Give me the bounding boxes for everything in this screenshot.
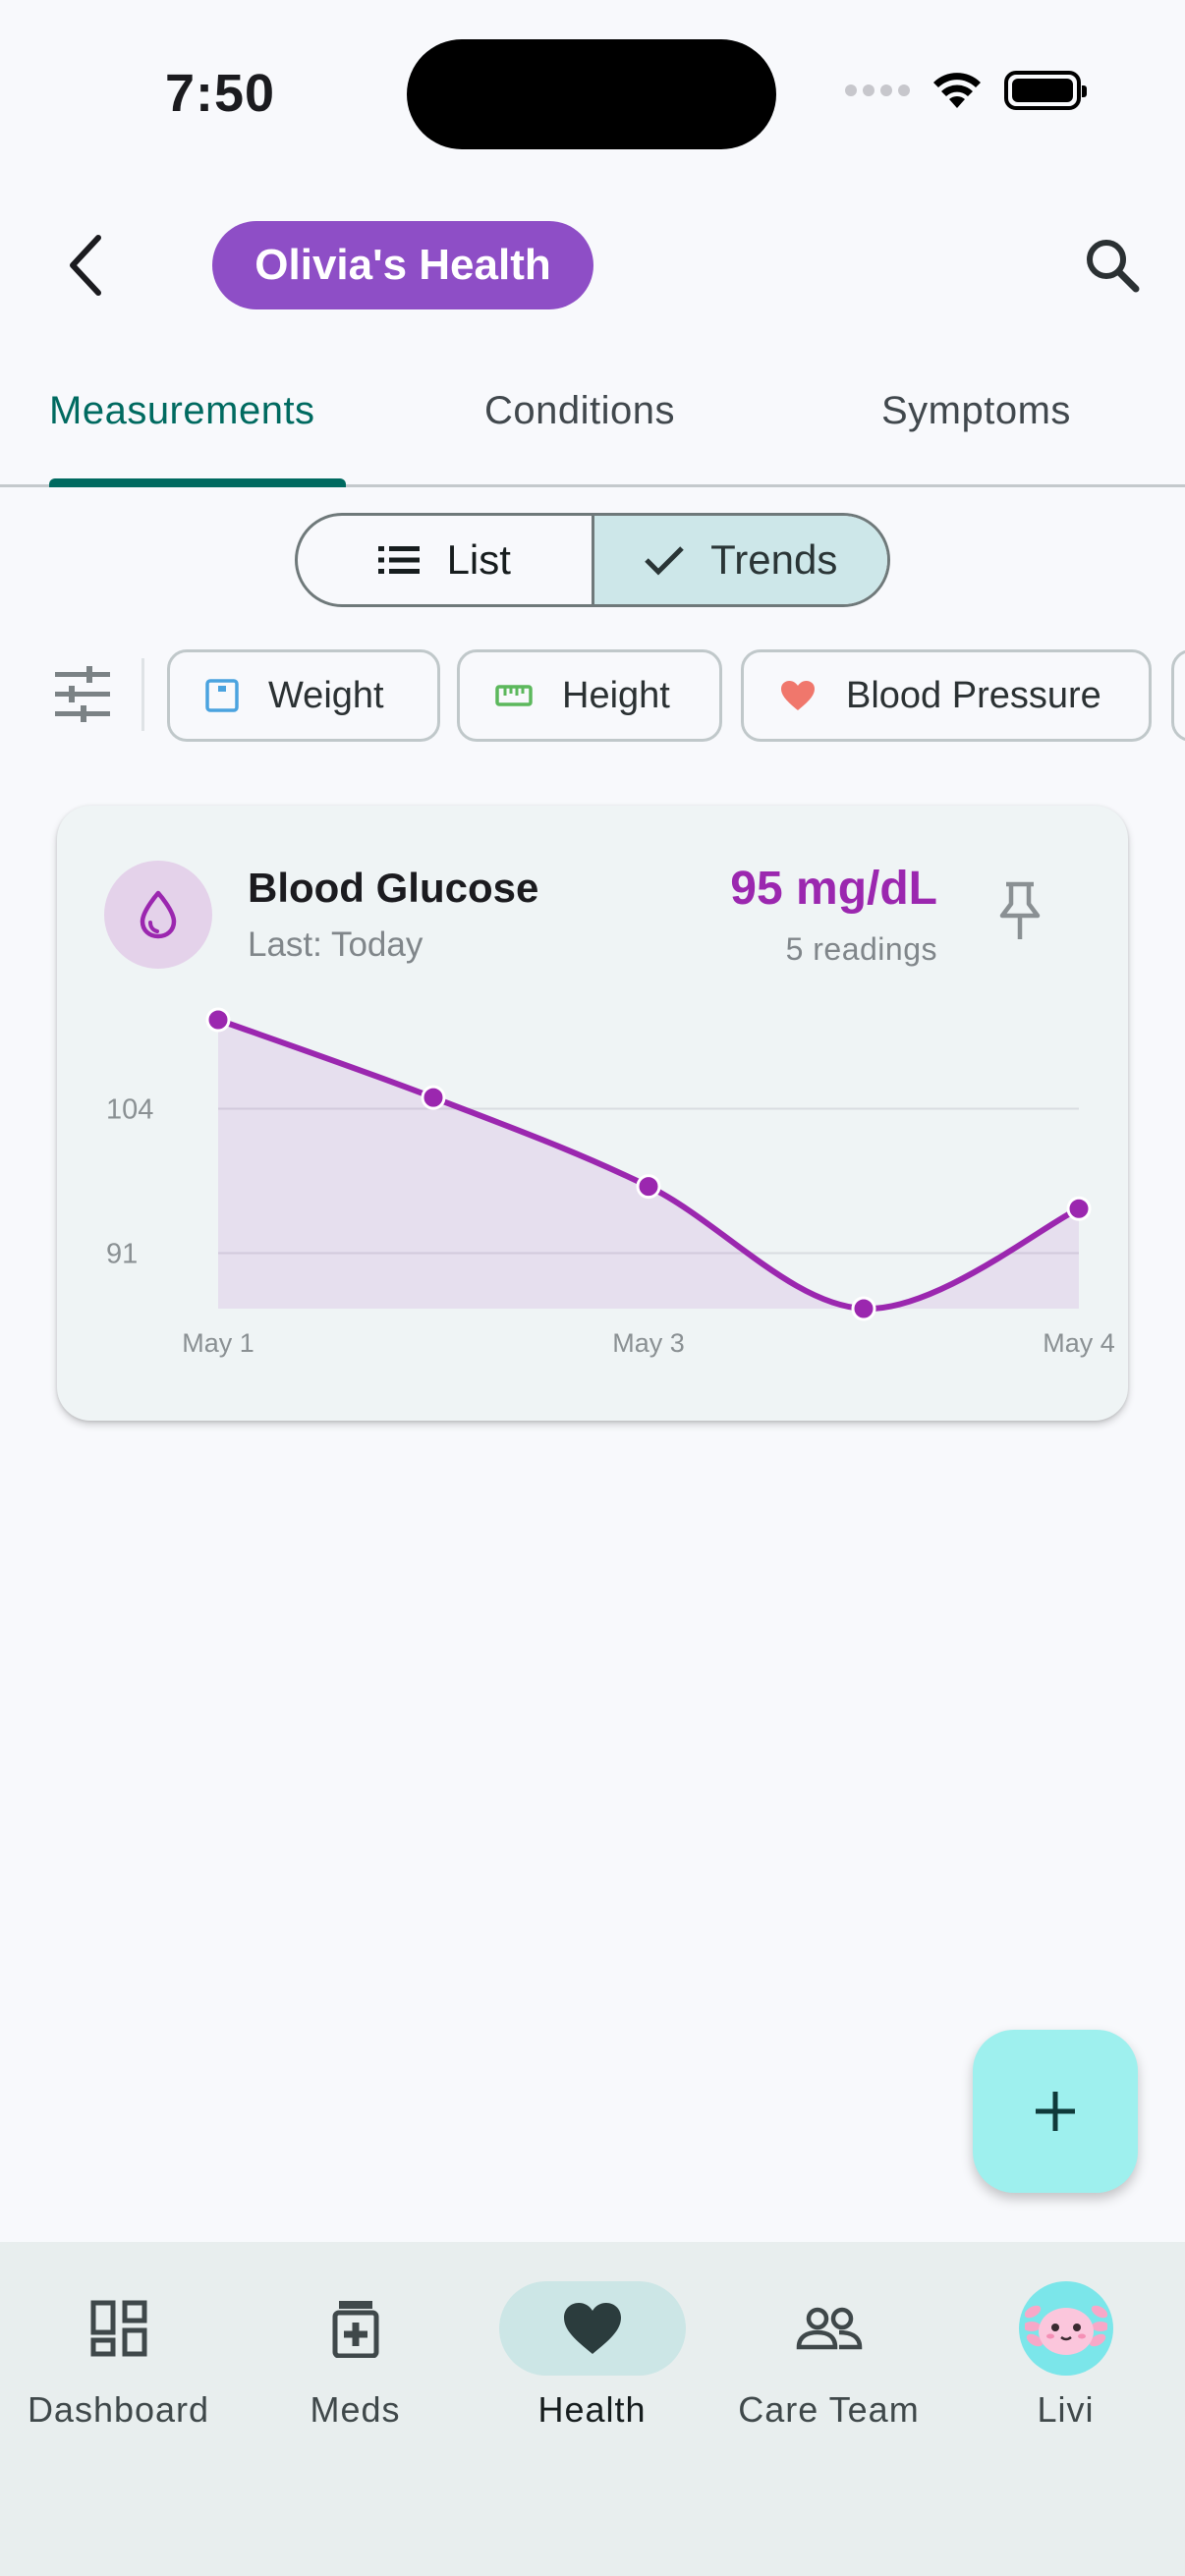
tab-measurements[interactable]: Measurements <box>49 389 315 433</box>
tab-bar: Measurements Conditions Symptoms <box>0 354 1185 487</box>
dashboard-icon <box>90 2300 146 2357</box>
blood-glucose-chart: 104 91 May 1 May 3 May 4 <box>106 1007 1115 1358</box>
arrow-back-icon <box>70 235 101 296</box>
nav-health-label: Health <box>537 2389 647 2430</box>
list-view-button[interactable]: List <box>298 516 592 604</box>
nav-care-team[interactable]: Care Team <box>710 2281 947 2431</box>
page-title: Olivia's Health <box>212 221 593 309</box>
card-icon-badge <box>104 861 212 969</box>
chip-blood-pressure-label: Blood Pressure <box>846 674 1101 716</box>
nav-dashboard[interactable]: Dashboard <box>0 2281 237 2431</box>
chart-x-tick-label: May 1 <box>182 1328 254 1358</box>
pin-button[interactable] <box>994 880 1045 943</box>
group-icon <box>796 2307 862 2350</box>
chart-y-tick-label: 104 <box>106 1093 153 1125</box>
nav-care-team-label: Care Team <box>738 2389 920 2430</box>
nav-livi[interactable]: Livi <box>947 2281 1184 2431</box>
list-view-label: List <box>446 536 511 583</box>
list-icon <box>377 546 420 574</box>
chart-data-point <box>205 1007 231 1033</box>
view-toggle: List Trends <box>295 513 890 607</box>
chart-data-point <box>636 1174 661 1200</box>
back-button[interactable] <box>55 226 114 305</box>
search-button[interactable] <box>1081 234 1144 297</box>
card-subtitle: Last: Today <box>248 925 423 964</box>
medication-icon <box>332 2301 378 2358</box>
chip-height-label: Height <box>562 674 670 716</box>
tune-icon <box>55 666 110 722</box>
heart-icon <box>781 681 815 710</box>
search-icon <box>1087 240 1140 293</box>
cellular-signal-icon <box>845 84 910 96</box>
add-measurement-button[interactable] <box>973 2030 1138 2193</box>
ruler-icon <box>495 685 533 706</box>
chart-data-point <box>851 1296 876 1321</box>
chart-y-tick-label: 91 <box>106 1238 138 1269</box>
check-icon <box>645 546 684 576</box>
chart-x-tick-label: May 3 <box>612 1328 685 1358</box>
battery-icon <box>1004 71 1087 110</box>
tab-symptoms[interactable]: Symptoms <box>881 389 1071 433</box>
nav-meds-label: Meds <box>310 2389 401 2430</box>
add-icon <box>1036 2092 1075 2131</box>
scale-icon <box>205 679 239 712</box>
chart-data-point <box>1066 1196 1092 1221</box>
nav-meds[interactable]: Meds <box>237 2281 474 2431</box>
chip-overflow[interactable] <box>1171 649 1185 742</box>
chart-x-tick-label: May 4 <box>1043 1328 1115 1358</box>
heart-icon <box>563 2303 621 2354</box>
status-time: 7:50 <box>165 64 276 123</box>
trends-view-label: Trends <box>710 536 838 583</box>
filter-divider <box>141 658 144 731</box>
axolotl-avatar-icon <box>1018 2281 1113 2376</box>
water-drop-icon <box>140 890 177 939</box>
nav-livi-label: Livi <box>1037 2389 1095 2430</box>
card-title: Blood Glucose <box>248 865 539 911</box>
card-readings-count: 5 readings <box>785 931 937 967</box>
nav-health[interactable]: Health <box>474 2281 710 2431</box>
chart-data-point <box>421 1085 446 1110</box>
tab-conditions[interactable]: Conditions <box>484 389 675 433</box>
chip-weight-label: Weight <box>268 674 384 716</box>
wifi-icon <box>933 73 981 108</box>
dynamic-island <box>407 39 776 149</box>
filter-button[interactable] <box>55 664 110 723</box>
trends-view-button[interactable]: Trends <box>591 516 887 604</box>
chip-blood-pressure[interactable]: Blood Pressure <box>741 649 1152 742</box>
active-tab-indicator <box>49 478 346 487</box>
status-icons <box>845 71 1087 110</box>
pin-icon <box>999 881 1041 939</box>
card-value: 95 mg/dL <box>730 863 937 915</box>
bottom-navigation: Dashboard Meds Health Care Team Livi <box>0 2242 1185 2576</box>
chip-height[interactable]: Height <box>457 649 722 742</box>
chip-weight[interactable]: Weight <box>167 649 440 742</box>
nav-dashboard-label: Dashboard <box>27 2389 210 2430</box>
